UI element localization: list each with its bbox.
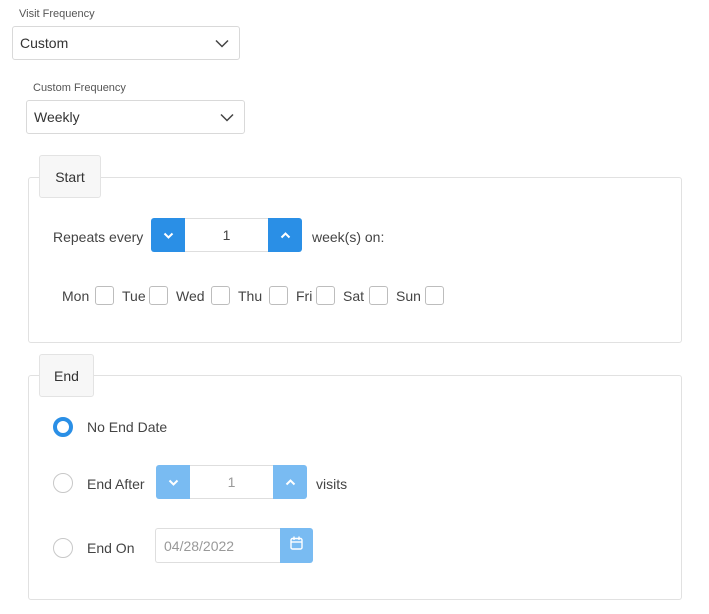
day-label-sat: Sat (343, 288, 365, 304)
visit-frequency-label: Visit Frequency (19, 8, 95, 20)
no-end-date-label: No End Date (87, 419, 168, 435)
week-unit-label: week(s) on: (312, 229, 385, 245)
calendar-icon (290, 536, 303, 555)
chevron-down-icon (168, 473, 179, 491)
custom-frequency-value: Weekly (34, 109, 80, 125)
decrement-button[interactable] (156, 465, 190, 499)
end-on-date-input[interactable]: 04/28/2022 (155, 528, 280, 563)
day-label-thu: Thu (238, 288, 263, 304)
no-end-date-radio[interactable] (53, 417, 73, 437)
repeats-every-label: Repeats every (53, 229, 144, 245)
day-label-tue: Tue (122, 288, 146, 304)
start-panel (28, 177, 682, 343)
repeat-interval-input[interactable]: 1 (185, 218, 268, 252)
day-checkbox-tue[interactable] (149, 286, 168, 305)
end-after-input[interactable]: 1 (190, 465, 273, 499)
day-label-fri: Fri (296, 288, 313, 304)
visit-frequency-select[interactable]: Custom (12, 26, 240, 60)
chevron-down-icon (210, 101, 244, 133)
day-checkbox-wed[interactable] (211, 286, 230, 305)
end-after-radio[interactable] (53, 473, 73, 493)
calendar-button[interactable] (280, 528, 313, 563)
visit-frequency-value: Custom (20, 35, 69, 51)
end-legend: End (39, 354, 94, 397)
end-after-label: End After (87, 476, 145, 492)
chevron-down-icon (163, 226, 174, 244)
start-legend: Start (39, 155, 101, 198)
end-on-label: End On (87, 540, 135, 556)
chevron-up-icon (280, 226, 291, 244)
custom-frequency-label: Custom Frequency (33, 82, 126, 94)
day-checkbox-mon[interactable] (95, 286, 114, 305)
day-label-mon: Mon (62, 288, 90, 304)
increment-button[interactable] (268, 218, 302, 252)
decrement-button[interactable] (151, 218, 185, 252)
chevron-down-icon (205, 27, 239, 59)
day-checkbox-fri[interactable] (316, 286, 335, 305)
repeat-interval-stepper: 1 (151, 218, 302, 252)
increment-button[interactable] (273, 465, 307, 499)
day-checkbox-sat[interactable] (369, 286, 388, 305)
day-label-wed: Wed (176, 288, 205, 304)
visits-unit-label: visits (316, 476, 348, 492)
day-checkbox-sun[interactable] (425, 286, 444, 305)
end-on-date-picker: 04/28/2022 (155, 528, 313, 563)
end-on-radio[interactable] (53, 538, 73, 558)
custom-frequency-select[interactable]: Weekly (26, 100, 245, 134)
chevron-up-icon (285, 473, 296, 491)
day-label-sun: Sun (396, 288, 421, 304)
end-after-stepper: 1 (156, 465, 307, 499)
day-checkbox-thu[interactable] (269, 286, 288, 305)
